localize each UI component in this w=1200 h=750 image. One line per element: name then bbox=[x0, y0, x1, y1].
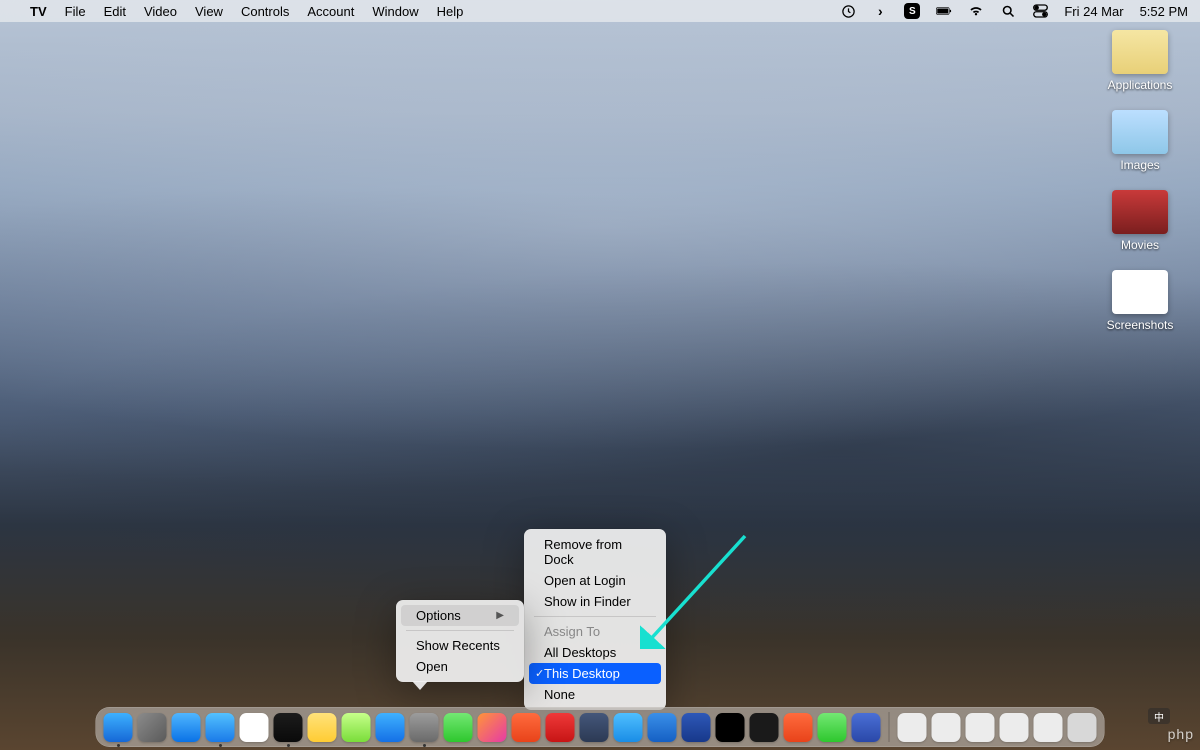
wifi-icon[interactable] bbox=[968, 3, 984, 19]
timemachine-icon[interactable] bbox=[840, 3, 856, 19]
options-submenu: Remove from Dock Open at Login Show in F… bbox=[524, 529, 666, 710]
dock-brave[interactable] bbox=[512, 713, 541, 742]
menu-help[interactable]: Help bbox=[437, 4, 464, 19]
stack-icon bbox=[1112, 110, 1168, 154]
dock-shield[interactable] bbox=[852, 713, 881, 742]
desktop-icon-label: Images bbox=[1120, 158, 1159, 172]
menubar-time[interactable]: 5:52 PM bbox=[1140, 4, 1188, 19]
dock-appstore[interactable] bbox=[376, 713, 405, 742]
dock-settings[interactable] bbox=[410, 713, 439, 742]
menu-none[interactable]: None bbox=[524, 684, 666, 705]
desktop-icon-images[interactable]: Images bbox=[1100, 110, 1180, 172]
dock-folder1[interactable] bbox=[898, 713, 927, 742]
dock-freeform[interactable] bbox=[342, 713, 371, 742]
menu-controls[interactable]: Controls bbox=[241, 4, 289, 19]
dock-app-s[interactable] bbox=[784, 713, 813, 742]
menu-assign-to-header: Assign To bbox=[524, 621, 666, 642]
menu-item-label: Options bbox=[416, 608, 461, 623]
app-menu[interactable]: TV bbox=[30, 4, 47, 19]
dock-separator bbox=[889, 712, 890, 742]
menu-item-label: This Desktop bbox=[544, 666, 620, 681]
dock-folder5[interactable] bbox=[1034, 713, 1063, 742]
dock-music[interactable] bbox=[274, 713, 303, 742]
stack-icon bbox=[1112, 270, 1168, 314]
menu-video[interactable]: Video bbox=[144, 4, 177, 19]
menu-separator bbox=[406, 630, 514, 631]
status-app-s-icon[interactable]: S bbox=[904, 3, 920, 19]
dock-firefox[interactable] bbox=[478, 713, 507, 742]
menu-window[interactable]: Window bbox=[372, 4, 418, 19]
menubar-date[interactable]: Fri 24 Mar bbox=[1064, 4, 1123, 19]
dock-utilities[interactable] bbox=[580, 713, 609, 742]
language-tag: 中 bbox=[1148, 708, 1170, 724]
menu-account[interactable]: Account bbox=[307, 4, 354, 19]
dock-reminders[interactable] bbox=[240, 713, 269, 742]
desktop-icons: Applications Images Movies Screenshots bbox=[1100, 30, 1180, 332]
desktop-icon-label: Applications bbox=[1108, 78, 1173, 92]
menu-open[interactable]: Open bbox=[396, 656, 524, 677]
desktop-icon-label: Movies bbox=[1121, 238, 1159, 252]
dock-appletv[interactable] bbox=[716, 713, 745, 742]
battery-icon[interactable] bbox=[936, 3, 952, 19]
dock-bitwarden[interactable] bbox=[682, 713, 711, 742]
dock-folder4[interactable] bbox=[1000, 713, 1029, 742]
dock-outlook[interactable] bbox=[648, 713, 677, 742]
folder-icon bbox=[1112, 30, 1168, 74]
dock-context-menu: Options ▶ Show Recents Open bbox=[396, 600, 524, 682]
watermark: php bbox=[1168, 726, 1194, 742]
menu-remove-from-dock[interactable]: Remove from Dock bbox=[524, 534, 666, 570]
dock-folder2[interactable] bbox=[932, 713, 961, 742]
dock-notes[interactable] bbox=[308, 713, 337, 742]
dock-messages[interactable] bbox=[444, 713, 473, 742]
menu-this-desktop[interactable]: ✓ This Desktop bbox=[529, 663, 661, 684]
menubar: TV File Edit Video View Controls Account… bbox=[0, 0, 1200, 22]
desktop-icon-movies[interactable]: Movies bbox=[1100, 190, 1180, 252]
menu-pointer-icon bbox=[412, 681, 428, 690]
menu-show-recents[interactable]: Show Recents bbox=[396, 635, 524, 656]
dock-mail[interactable] bbox=[206, 713, 235, 742]
dock-finder[interactable] bbox=[104, 713, 133, 742]
dock-facetime[interactable] bbox=[818, 713, 847, 742]
desktop-icon-screenshots[interactable]: Screenshots bbox=[1100, 270, 1180, 332]
desktop-icon-label: Screenshots bbox=[1107, 318, 1174, 332]
chevron-right-icon: ▶ bbox=[496, 610, 504, 621]
dock-telegram[interactable] bbox=[614, 713, 643, 742]
menu-open-at-login[interactable]: Open at Login bbox=[524, 570, 666, 591]
overflow-icon[interactable]: › bbox=[872, 3, 888, 19]
menu-show-in-finder[interactable]: Show in Finder bbox=[524, 591, 666, 612]
menu-file[interactable]: File bbox=[65, 4, 86, 19]
spotlight-icon[interactable] bbox=[1000, 3, 1016, 19]
menu-separator bbox=[534, 616, 656, 617]
dock-launchpad[interactable] bbox=[138, 713, 167, 742]
menu-all-desktops[interactable]: All Desktops bbox=[524, 642, 666, 663]
menu-edit[interactable]: Edit bbox=[104, 4, 126, 19]
dock bbox=[96, 707, 1105, 747]
dock-folder3[interactable] bbox=[966, 713, 995, 742]
check-icon: ✓ bbox=[535, 667, 544, 680]
dock-vivaldi[interactable] bbox=[546, 713, 575, 742]
menu-view[interactable]: View bbox=[195, 4, 223, 19]
dock-safari[interactable] bbox=[172, 713, 201, 742]
control-center-icon[interactable] bbox=[1032, 3, 1048, 19]
dock-terminal[interactable] bbox=[750, 713, 779, 742]
desktop-icon-applications[interactable]: Applications bbox=[1100, 30, 1180, 92]
menu-options[interactable]: Options ▶ bbox=[401, 605, 519, 626]
dock-trash[interactable] bbox=[1068, 713, 1097, 742]
stack-icon bbox=[1112, 190, 1168, 234]
